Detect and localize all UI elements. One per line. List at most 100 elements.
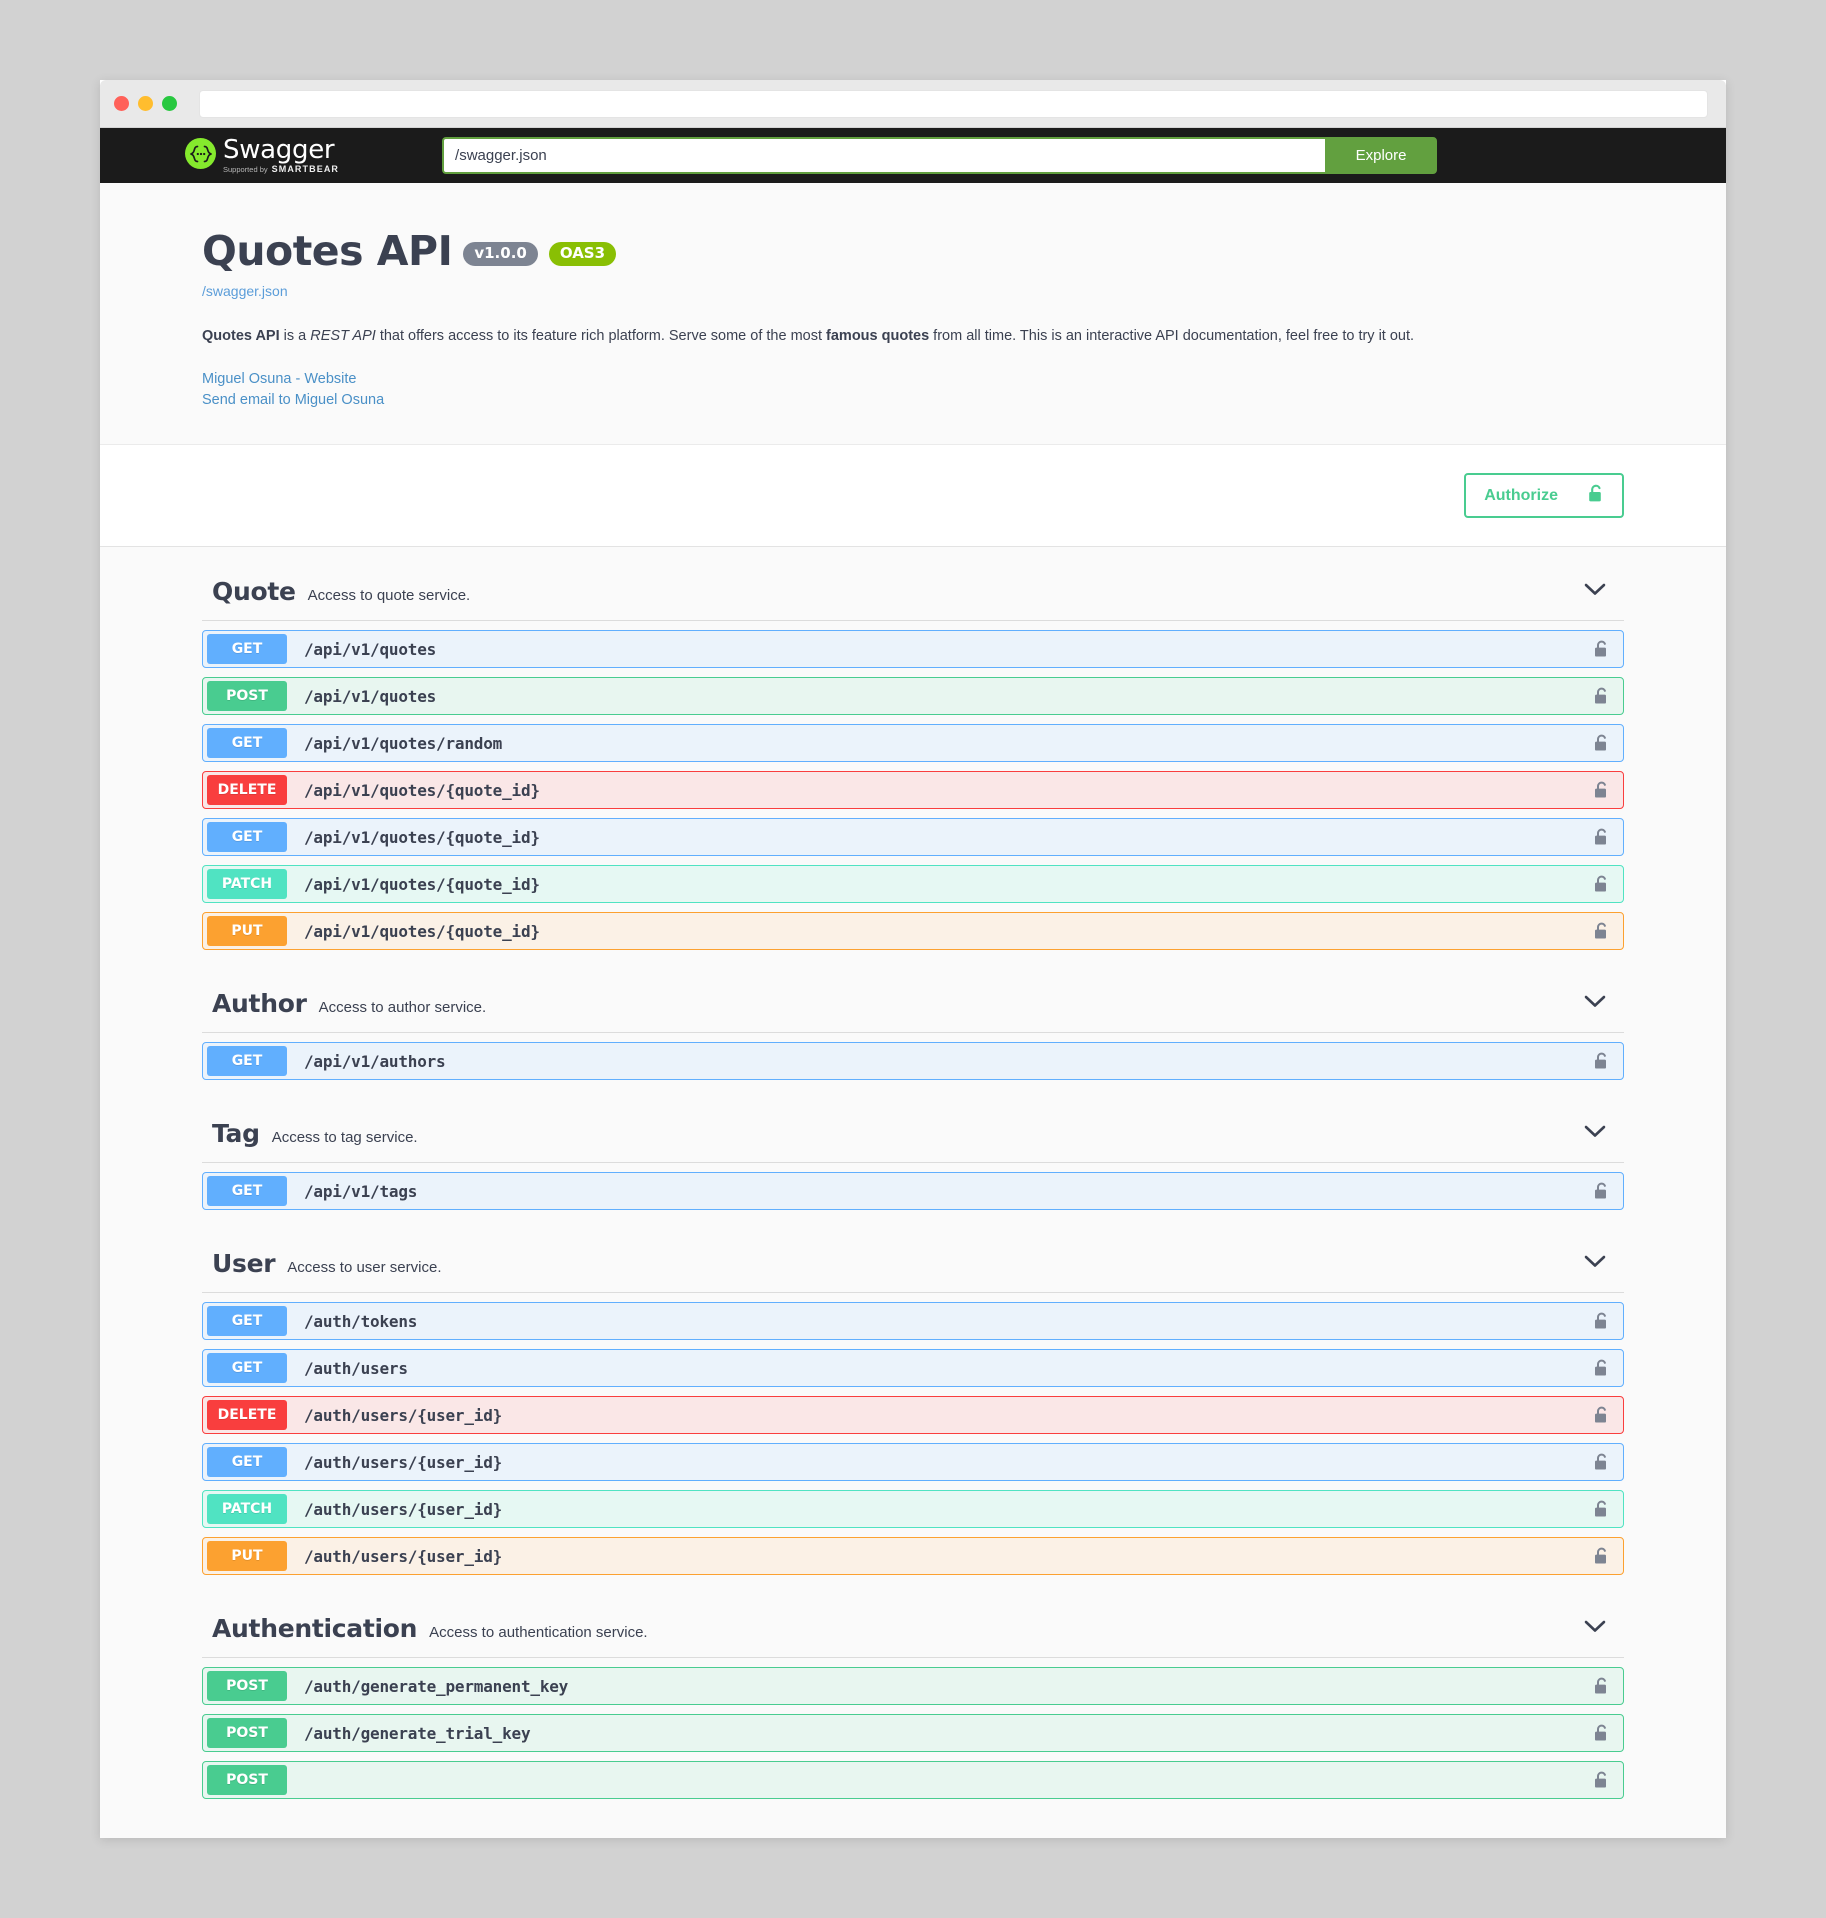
chevron-down-icon[interactable]: [1584, 1255, 1606, 1273]
http-method-badge: GET: [207, 822, 287, 853]
operation-row[interactable]: POST/auth/generate_permanent_key: [202, 1667, 1624, 1706]
chevron-down-icon[interactable]: [1584, 1125, 1606, 1143]
operation-row[interactable]: POST/api/v1/quotes: [202, 677, 1624, 716]
tag-section: Author Access to author service. GET/api/v…: [202, 959, 1624, 1081]
http-method-badge: PUT: [207, 916, 287, 947]
operation-row[interactable]: PUT/api/v1/quotes/{quote_id}: [202, 912, 1624, 951]
http-method-badge: POST: [207, 1765, 287, 1796]
authorize-button-label: Authorize: [1484, 486, 1558, 504]
window-close-button[interactable]: [114, 96, 129, 111]
tag-header-user[interactable]: User Access to user service.: [202, 1235, 1624, 1294]
operation-row[interactable]: PUT/auth/users/{user_id}: [202, 1537, 1624, 1576]
unlock-icon[interactable]: [1594, 1724, 1609, 1742]
unlock-icon[interactable]: [1594, 734, 1609, 752]
operation-row[interactable]: PATCH/api/v1/quotes/{quote_id}: [202, 865, 1624, 904]
spec-json-link[interactable]: /swagger.json: [202, 283, 1624, 299]
contact-website-link[interactable]: Miguel Osuna - Website: [202, 371, 1624, 387]
bottom-spacer: [100, 1808, 1726, 1838]
spec-url-form: Explore: [442, 137, 1438, 174]
unlock-icon[interactable]: [1594, 640, 1609, 658]
chevron-down-icon[interactable]: [1584, 1620, 1606, 1638]
spec-url-input[interactable]: [442, 137, 1326, 174]
swagger-ui-body: Quotes API v1.0.0 OAS3 /swagger.json Quo…: [100, 183, 1726, 1838]
operation-row[interactable]: DELETE/auth/users/{user_id}: [202, 1396, 1624, 1435]
unlock-icon[interactable]: [1594, 1677, 1609, 1695]
http-method-badge: GET: [207, 1353, 287, 1384]
operation-row[interactable]: DELETE/api/v1/quotes/{quote_id}: [202, 771, 1624, 810]
tag-name: Quote: [212, 577, 296, 607]
authorize-band: Authorize: [100, 444, 1726, 548]
unlock-icon[interactable]: [1594, 1453, 1609, 1471]
operation-list: GET/api/v1/quotes POST/api/v1/quotes GET/a…: [202, 621, 1624, 951]
tag-name: Tag: [212, 1119, 260, 1149]
page-title: Quotes API: [202, 227, 453, 275]
unlock-icon[interactable]: [1594, 1359, 1609, 1377]
window-maximize-button[interactable]: [162, 96, 177, 111]
chevron-down-icon[interactable]: [1584, 995, 1606, 1013]
operation-row[interactable]: GET/auth/users: [202, 1349, 1624, 1388]
operation-list: GET/auth/tokens GET/auth/users DELETE/auth…: [202, 1293, 1624, 1576]
operation-path: /auth/users/{user_id}: [304, 1452, 503, 1472]
http-method-badge: GET: [207, 1447, 287, 1478]
contact-links: Miguel Osuna - Website Send email to Mig…: [202, 371, 1624, 408]
unlock-icon[interactable]: [1594, 1500, 1609, 1518]
window-minimize-button[interactable]: [138, 96, 153, 111]
unlock-icon[interactable]: [1594, 828, 1609, 846]
contact-email-link[interactable]: Send email to Miguel Osuna: [202, 392, 1624, 408]
unlock-icon[interactable]: [1594, 1312, 1609, 1330]
browser-address-bar[interactable]: [199, 89, 1708, 118]
tag-name: Author: [212, 989, 307, 1019]
operation-path: /auth/generate_trial_key: [304, 1723, 531, 1743]
chevron-down-icon[interactable]: [1584, 583, 1606, 601]
unlock-icon[interactable]: [1594, 922, 1609, 940]
swagger-brace-icon: [185, 138, 216, 169]
api-title-row: Quotes API v1.0.0 OAS3: [202, 231, 1624, 272]
http-method-badge: PATCH: [207, 869, 287, 900]
operation-row[interactable]: GET/api/v1/quotes: [202, 630, 1624, 669]
tag-header-tag[interactable]: Tag Access to tag service.: [202, 1105, 1624, 1164]
operation-path: /auth/users/{user_id}: [304, 1405, 503, 1425]
operation-path: /auth/tokens: [304, 1311, 418, 1331]
operation-row[interactable]: GET/api/v1/quotes/random: [202, 724, 1624, 763]
operation-path: /auth/users: [304, 1358, 408, 1378]
api-description-text-1: is a: [279, 328, 311, 344]
http-method-badge: GET: [207, 634, 287, 665]
operation-row[interactable]: POST: [202, 1761, 1624, 1800]
operation-row[interactable]: GET/api/v1/authors: [202, 1042, 1624, 1081]
operation-row[interactable]: POST/auth/generate_trial_key: [202, 1714, 1624, 1753]
unlock-icon[interactable]: [1594, 1406, 1609, 1424]
operation-path: /api/v1/authors: [304, 1051, 446, 1071]
tag-header-author[interactable]: Author Access to author service.: [202, 975, 1624, 1034]
operation-path: /api/v1/quotes/{quote_id}: [304, 827, 540, 847]
unlock-icon[interactable]: [1594, 1547, 1609, 1565]
http-method-badge: DELETE: [207, 1400, 287, 1431]
operation-row[interactable]: PATCH/auth/users/{user_id}: [202, 1490, 1624, 1529]
tag-header-quote[interactable]: Quote Access to quote service.: [202, 563, 1624, 622]
swagger-wordmark-text: Swagger: [223, 135, 335, 165]
explore-button[interactable]: Explore: [1325, 137, 1438, 174]
tag-section: Authentication Access to authentication s…: [202, 1584, 1624, 1800]
http-method-badge: GET: [207, 1176, 287, 1207]
operation-row[interactable]: GET/api/v1/quotes/{quote_id}: [202, 818, 1624, 857]
unlock-icon[interactable]: [1594, 781, 1609, 799]
swagger-logo[interactable]: Swagger Supported by SMARTBEAR: [185, 137, 339, 174]
unlock-icon[interactable]: [1594, 1182, 1609, 1200]
operation-row[interactable]: GET/api/v1/tags: [202, 1172, 1624, 1211]
unlock-icon[interactable]: [1594, 687, 1609, 705]
http-method-badge: GET: [207, 1306, 287, 1337]
operation-row[interactable]: GET/auth/users/{user_id}: [202, 1443, 1624, 1482]
tag-description: Access to user service.: [287, 1259, 442, 1277]
api-description-italic-rest: REST API: [310, 328, 376, 344]
operation-path: /auth/generate_permanent_key: [304, 1676, 569, 1696]
tag-name: Authentication: [212, 1614, 418, 1644]
unlock-icon[interactable]: [1594, 1052, 1609, 1070]
unlock-icon[interactable]: [1594, 875, 1609, 893]
operation-path: /api/v1/quotes/{quote_id}: [304, 780, 540, 800]
authorize-button[interactable]: Authorize: [1464, 473, 1624, 519]
tag-description: Access to quote service.: [307, 587, 471, 605]
unlock-icon[interactable]: [1594, 1771, 1609, 1789]
tag-header-authentication[interactable]: Authentication Access to authentication s…: [202, 1600, 1624, 1659]
operation-path: /api/v1/tags: [304, 1181, 418, 1201]
operation-row[interactable]: GET/auth/tokens: [202, 1302, 1624, 1341]
operation-path: /auth/users/{user_id}: [304, 1546, 503, 1566]
